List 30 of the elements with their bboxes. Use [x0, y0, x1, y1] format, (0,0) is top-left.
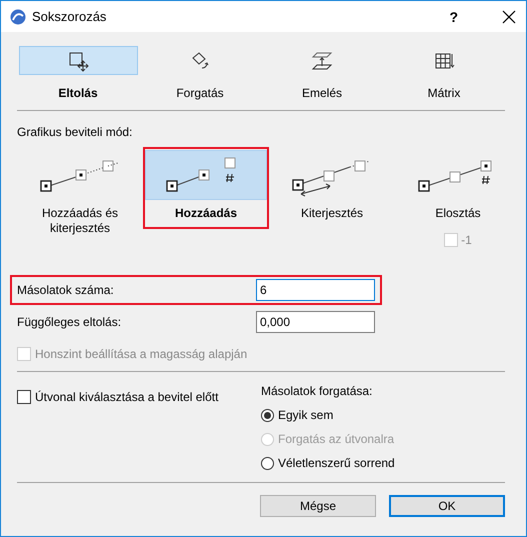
app-logo-icon	[10, 8, 26, 24]
radio-label: Forgatás az útvonalra	[278, 432, 394, 446]
close-icon[interactable]	[502, 10, 516, 24]
tab[interactable]: Forgatás	[139, 46, 261, 100]
radio-button[interactable]	[261, 408, 274, 422]
window-title: Sokszorozás	[32, 9, 108, 24]
elevation-planes-icon	[311, 50, 333, 72]
checkbox-label: Útvonal kiválasztása a bevitel előtt	[35, 390, 218, 404]
dialog-button[interactable]: OK	[389, 495, 505, 517]
mode-option[interactable]: Elosztás	[395, 147, 521, 229]
mode-option[interactable]: Hozzáadás	[143, 147, 269, 229]
tab[interactable]: Emelés	[261, 46, 383, 100]
help-button[interactable]: ?	[443, 8, 464, 26]
mode-option[interactable]: Hozzáadás és kiterjesztés	[17, 147, 143, 244]
mode-option[interactable]: Kiterjesztés	[269, 147, 395, 229]
field-label: Függőleges eltolás:	[17, 315, 122, 329]
dialog-button[interactable]: Mégse	[260, 495, 376, 517]
square-with-arrows-icon	[67, 50, 89, 72]
checkbox-label: Honszint beállítása a magasság alapján	[35, 347, 248, 361]
radio-button[interactable]	[261, 456, 274, 470]
input-field[interactable]: 6	[256, 279, 375, 301]
tab[interactable]: Mátrix	[383, 46, 505, 100]
section-label: Grafikus beviteli mód:	[17, 125, 134, 139]
radio-label: Egyik sem	[278, 408, 334, 422]
checkbox[interactable]	[17, 390, 31, 404]
section-label: Másolatok forgatása:	[261, 384, 374, 398]
radio-label: Véletlenszerű sorrend	[278, 456, 395, 470]
field-label: Másolatok száma:	[17, 283, 115, 297]
checkbox-label: -1	[461, 233, 472, 247]
input-field[interactable]: 0,000	[256, 311, 375, 333]
